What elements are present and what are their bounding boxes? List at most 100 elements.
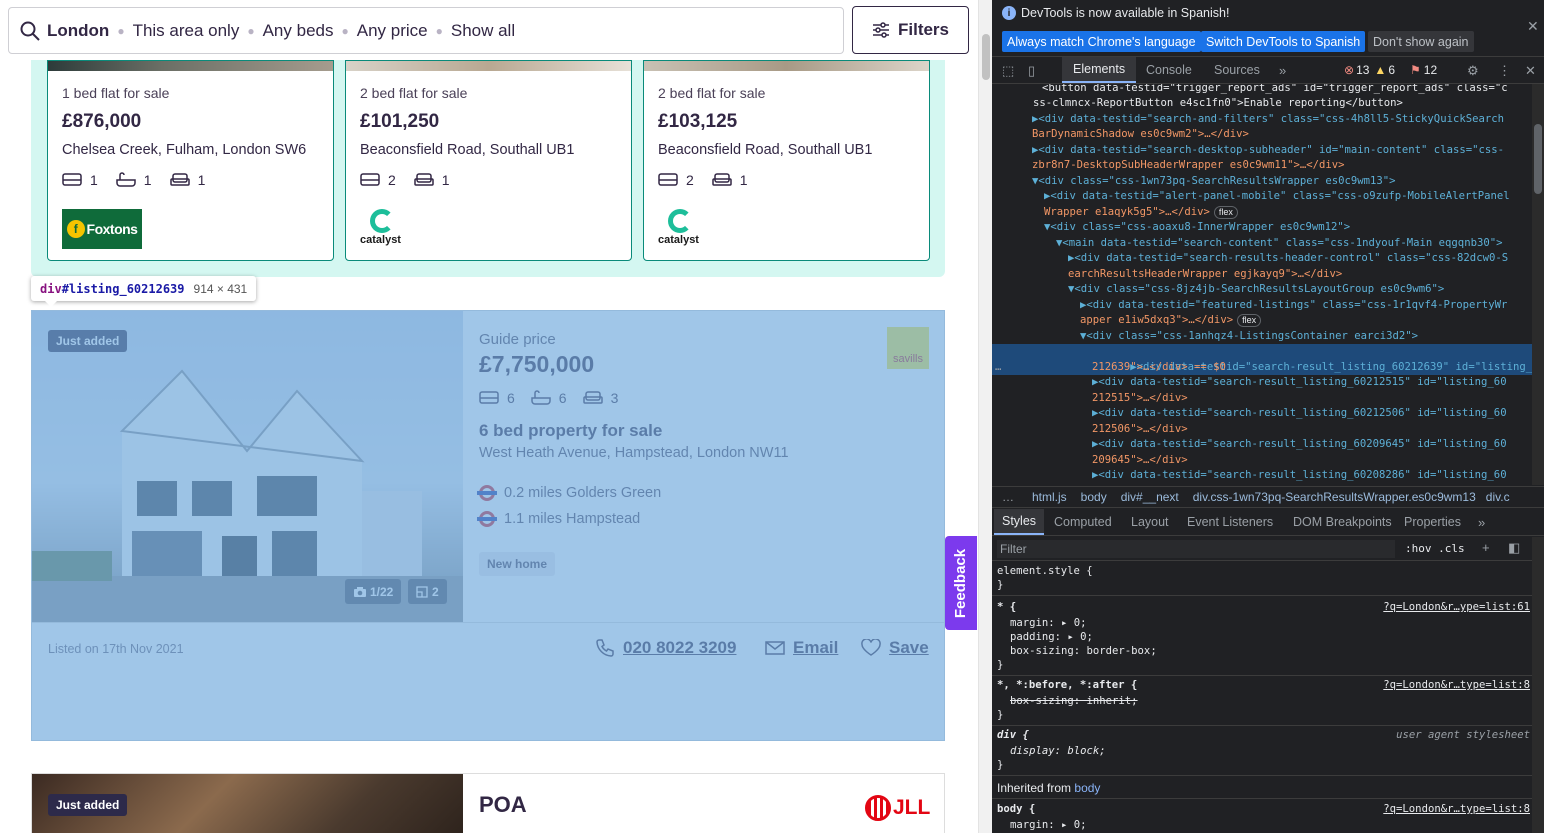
rule-prop-margin[interactable]: margin: ▸ 0; bbox=[1010, 616, 1087, 630]
agent-logo-catalyst[interactable]: catalyst bbox=[658, 209, 718, 255]
dom-line[interactable]: ▶<div data-testid="search-result_listing… bbox=[992, 406, 1532, 422]
dom-line[interactable]: 212639">…</div> == $0 bbox=[992, 360, 1532, 376]
dom-line[interactable]: ▶<div data-testid="search-and-filters" c… bbox=[992, 112, 1532, 128]
price-chip[interactable]: Any price bbox=[357, 21, 428, 41]
close-devtools-icon[interactable]: ✕ bbox=[1525, 63, 1536, 79]
dom-tree[interactable]: <button data-testid="trigger_report_ads"… bbox=[992, 84, 1532, 485]
rule-source-link[interactable]: ?q=London&r…type=list:8 bbox=[1383, 802, 1530, 816]
dom-line[interactable]: ▼<div class="css-8jz4jb-SearchResultsLay… bbox=[992, 282, 1532, 298]
search-bar[interactable]: London ● This area only ● Any beds ● Any… bbox=[8, 7, 844, 54]
dom-line[interactable]: ▶<div data-testid="search-result_listing… bbox=[992, 468, 1532, 484]
rule-selector-pseudo[interactable]: *, *:before, *:after { bbox=[997, 678, 1137, 692]
breadcrumb-item[interactable]: div#__next bbox=[1121, 490, 1179, 504]
rule-selector-div[interactable]: div { bbox=[997, 728, 1029, 742]
dom-line[interactable]: ▶<div data-testid="search-desktop-subhea… bbox=[992, 143, 1532, 159]
match-language-button[interactable]: Always match Chrome's language bbox=[1002, 31, 1201, 52]
close-icon[interactable]: ✕ bbox=[1527, 18, 1539, 35]
dom-line[interactable]: ▼<div class="css-1anhqz4-ListingsContain… bbox=[992, 329, 1532, 345]
rule-prop-display[interactable]: display: block; bbox=[1010, 744, 1106, 758]
kebab-menu-icon[interactable]: ⋮ bbox=[1498, 63, 1511, 79]
toggle-sidebar-icon[interactable]: ◧ bbox=[1508, 540, 1520, 556]
agent-logo-jll[interactable]: JLL bbox=[865, 795, 930, 821]
tab-dom-breakpoints[interactable]: DOM Breakpoints bbox=[1293, 509, 1392, 535]
dom-line[interactable]: BarDynamicShadow es0c9wm2">…</div> bbox=[992, 127, 1532, 143]
inherited-from-link[interactable]: body bbox=[1074, 781, 1100, 795]
error-count[interactable]: ⊗ 13 ▲ 6 bbox=[1344, 63, 1395, 77]
tab-sources[interactable]: Sources bbox=[1214, 57, 1260, 83]
switch-language-button[interactable]: Switch DevTools to Spanish bbox=[1201, 31, 1366, 52]
new-rule-icon[interactable]: + bbox=[1482, 540, 1490, 555]
listing-card[interactable]: Just added 1/22 2 Guide price £7,750,000… bbox=[31, 310, 945, 741]
dom-line[interactable]: 209645">…</div> bbox=[992, 453, 1532, 469]
tab-elements[interactable]: Elements bbox=[1062, 57, 1137, 83]
dom-line[interactable]: earchResultsHeaderWrapper egjkayq9">…</d… bbox=[992, 267, 1532, 283]
issues-count[interactable]: ⚑ 12 bbox=[1410, 63, 1437, 77]
dom-line[interactable]: ▶<div data-testid="featured-listings" cl… bbox=[992, 298, 1532, 314]
listing-photo[interactable]: Just added bbox=[32, 774, 463, 833]
scrollbar-thumb[interactable] bbox=[1534, 124, 1542, 194]
feedback-tab[interactable]: Feedback bbox=[945, 536, 977, 630]
dom-line[interactable]: zbr8n7-DesktopSubHeaderWrapper es0c9wm11… bbox=[992, 158, 1532, 174]
page-scrollbar[interactable] bbox=[978, 0, 992, 833]
dom-line[interactable]: apper e1iw5dxq3">…</div> flex bbox=[992, 313, 1532, 329]
dom-line[interactable]: ▶<div data-testid="alert-panel-mobile" c… bbox=[992, 189, 1532, 205]
dom-line[interactable]: Wrapper e1aqyk5g5">…</div> flex bbox=[992, 205, 1532, 221]
dont-show-again-button[interactable]: Don't show again bbox=[1368, 31, 1474, 52]
tab-properties[interactable]: Properties bbox=[1404, 509, 1461, 535]
tab-console[interactable]: Console bbox=[1146, 57, 1192, 83]
agent-logo-foxtons[interactable]: f Foxtons bbox=[62, 209, 142, 249]
rule-prop-padding[interactable]: padding: ▸ 0; bbox=[1010, 630, 1093, 644]
search-location[interactable]: London bbox=[47, 21, 109, 41]
breadcrumb-ellipsis[interactable]: … bbox=[1002, 490, 1014, 504]
listing-card[interactable]: Just added POA JLL bbox=[31, 773, 945, 833]
settings-gear-icon[interactable]: ⚙ bbox=[1467, 63, 1479, 79]
photo-count-chip[interactable]: 1/22 bbox=[345, 579, 402, 604]
dom-line[interactable]: ▼<div class="css-aoaxu8-InnerWrapper es0… bbox=[992, 220, 1532, 236]
tab-layout[interactable]: Layout bbox=[1131, 509, 1169, 535]
dom-line[interactable]: ▼<div class="css-1wn73pq-SearchResultsWr… bbox=[992, 174, 1532, 190]
styles-scrollbar[interactable] bbox=[1532, 537, 1544, 833]
featured-card[interactable]: 1 bed flat for sale £876,000 Chelsea Cre… bbox=[47, 60, 334, 261]
styles-filter-input[interactable]: Filter bbox=[997, 540, 1395, 558]
tab-computed[interactable]: Computed bbox=[1054, 509, 1112, 535]
agent-logo-catalyst[interactable]: catalyst bbox=[360, 209, 420, 255]
rule-prop-margin[interactable]: margin: ▸ 0; bbox=[1010, 818, 1087, 832]
call-agent-link[interactable]: 020 8022 3209 bbox=[595, 638, 736, 658]
dom-line[interactable]: ▼<main data-testid="search-content" clas… bbox=[992, 236, 1532, 252]
breadcrumb-item[interactable]: body bbox=[1081, 490, 1107, 504]
hov-cls-toggles[interactable]: :hov .cls bbox=[1405, 542, 1465, 555]
more-tabs-icon[interactable]: » bbox=[1478, 515, 1485, 530]
scrollbar-thumb[interactable] bbox=[982, 34, 990, 80]
listing-photo[interactable]: Just added 1/22 2 bbox=[32, 311, 463, 622]
more-tabs-icon[interactable]: » bbox=[1279, 63, 1286, 78]
rule-source-link[interactable]: ?q=London&r…type=list:8 bbox=[1383, 678, 1530, 692]
area-chip[interactable]: This area only bbox=[133, 21, 240, 41]
listing-title[interactable]: 6 bed property for sale bbox=[479, 421, 662, 441]
inspect-element-icon[interactable]: ⬚ bbox=[1002, 63, 1014, 79]
device-toolbar-icon[interactable]: ▯ bbox=[1028, 63, 1035, 79]
show-all-chip[interactable]: Show all bbox=[451, 21, 515, 41]
dom-scrollbar[interactable] bbox=[1532, 84, 1544, 485]
rule-element-style[interactable]: element.style { bbox=[997, 564, 1093, 578]
breadcrumb-item[interactable]: div.css-1wn73pq-SearchResultsWrapper.es0… bbox=[1193, 490, 1476, 504]
breadcrumb-item[interactable]: html.js bbox=[1032, 490, 1067, 504]
email-agent-link[interactable]: Email bbox=[765, 638, 838, 658]
beds-chip[interactable]: Any beds bbox=[263, 21, 334, 41]
dom-line[interactable]: ▶<div data-testid="search-result_listing… bbox=[992, 375, 1532, 391]
floorplan-chip[interactable]: 2 bbox=[408, 579, 447, 604]
dom-line[interactable]: 212515">…</div> bbox=[992, 391, 1532, 407]
dom-line[interactable]: ▶<div data-testid="search-result_listing… bbox=[992, 437, 1532, 453]
agent-logo-savills[interactable]: savills bbox=[887, 327, 929, 369]
tab-styles[interactable]: Styles bbox=[994, 509, 1045, 535]
save-listing-link[interactable]: Save bbox=[861, 638, 929, 658]
rule-prop-box-sizing[interactable]: box-sizing: border-box; bbox=[1010, 644, 1157, 658]
featured-card[interactable]: 2 bed flat for sale £101,250 Beaconsfiel… bbox=[345, 60, 632, 261]
flex-badge[interactable]: flex bbox=[1237, 314, 1262, 327]
rule-source-link[interactable]: ?q=London&r…ype=list:61 bbox=[1383, 600, 1530, 614]
dom-line[interactable]: 212506">…</div> bbox=[992, 422, 1532, 438]
dom-line[interactable]: ss-clmncx-ReportButton e4sc1fn0">Enable … bbox=[992, 96, 1532, 112]
featured-card[interactable]: 2 bed flat for sale £103,125 Beaconsfiel… bbox=[643, 60, 930, 261]
rule-selector-star[interactable]: * { bbox=[997, 600, 1016, 614]
rule-selector-body[interactable]: body { bbox=[997, 802, 1035, 816]
filters-button[interactable]: Filters bbox=[852, 6, 969, 54]
